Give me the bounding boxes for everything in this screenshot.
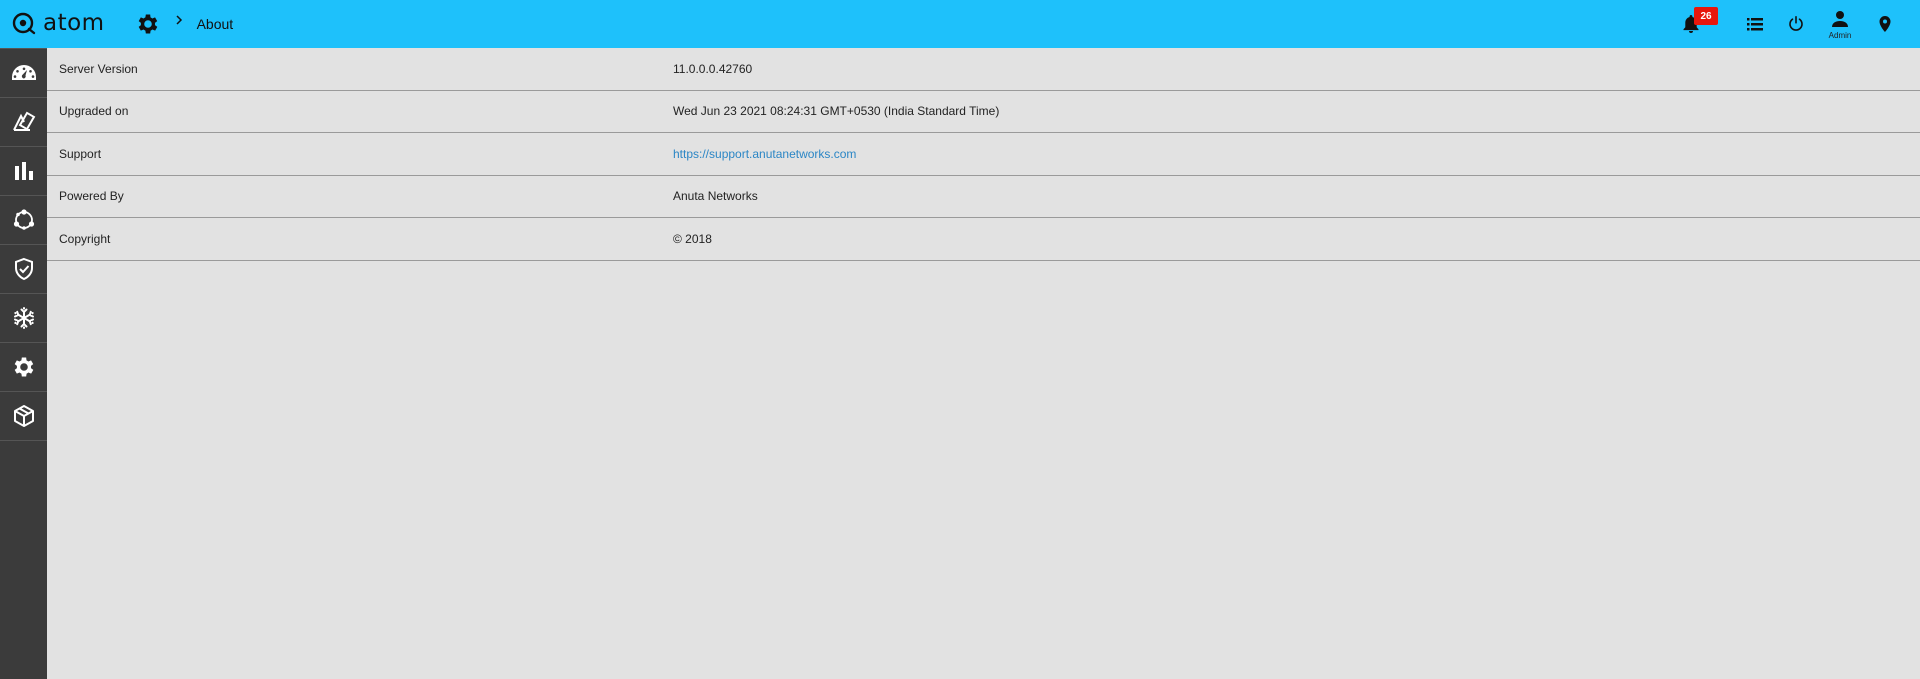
row-label: Copyright	[59, 231, 111, 246]
sidebar-item-resources[interactable]	[0, 98, 47, 147]
table-row: Upgraded on Wed Jun 23 2021 08:24:31 GMT…	[47, 91, 1920, 133]
sidebar-item-packages[interactable]	[0, 392, 47, 441]
gear-icon	[138, 14, 157, 34]
about-table: Server Version 11.0.0.0.42760 Upgraded o…	[47, 48, 1920, 261]
table-row: Support https://support.anutanetworks.co…	[47, 133, 1920, 176]
breadcrumb-current: About	[196, 16, 234, 32]
sidebar-item-freeze[interactable]	[0, 294, 47, 343]
chevron-right-icon	[176, 15, 182, 25]
package-cube-icon	[13, 405, 34, 427]
row-value: © 2018	[673, 231, 712, 246]
row-value: https://support.anutanetworks.com	[673, 147, 1920, 161]
app-logo[interactable]: atom	[12, 0, 105, 48]
location-button[interactable]	[1873, 0, 1897, 48]
notification-count-badge: 26	[1694, 7, 1718, 25]
user-label: Admin	[1828, 31, 1852, 40]
table-row: Server Version 11.0.0.0.42760	[47, 48, 1920, 91]
row-label: Powered By	[59, 189, 124, 204]
bar-chart-icon	[14, 162, 33, 180]
list-icon	[1747, 18, 1763, 31]
row-label: Upgraded on	[59, 104, 129, 119]
network-nodes-icon	[13, 209, 34, 230]
top-bar: atom About 26 Admin	[0, 0, 1920, 48]
sidebar-item-dashboard[interactable]	[0, 49, 47, 98]
sidebar-item-compliance[interactable]	[0, 245, 47, 294]
row-label: Server Version	[59, 61, 138, 76]
app-name: atom	[43, 10, 105, 36]
sidebar	[0, 48, 47, 679]
breadcrumb-separator	[175, 14, 183, 26]
snowflake-icon	[13, 307, 34, 329]
sidebar-item-topology[interactable]	[0, 196, 47, 245]
gear-icon	[14, 357, 33, 377]
table-row: Powered By Anuta Networks	[47, 176, 1920, 218]
power-icon	[1789, 16, 1803, 31]
row-value: Anuta Networks	[673, 189, 758, 204]
user-icon	[1832, 11, 1848, 27]
breadcrumb-settings-button[interactable]	[135, 11, 161, 37]
sidebar-item-settings[interactable]	[0, 343, 47, 392]
resources-icon	[12, 111, 35, 131]
location-pin-icon	[1879, 16, 1891, 32]
support-link[interactable]: https://support.anutanetworks.com	[673, 147, 856, 161]
shield-check-icon	[14, 257, 33, 281]
task-list-button[interactable]	[1742, 0, 1768, 48]
table-row: Copyright © 2018	[47, 218, 1920, 261]
row-label: Support	[59, 146, 102, 161]
power-button[interactable]	[1783, 0, 1809, 48]
row-value: 11.0.0.0.42760	[673, 61, 753, 76]
sidebar-item-analytics[interactable]	[0, 147, 47, 196]
dashboard-gauge-icon	[11, 65, 36, 80]
atom-logo-icon	[12, 12, 36, 35]
row-value: Wed Jun 23 2021 08:24:31 GMT+0530 (India…	[673, 104, 1000, 119]
